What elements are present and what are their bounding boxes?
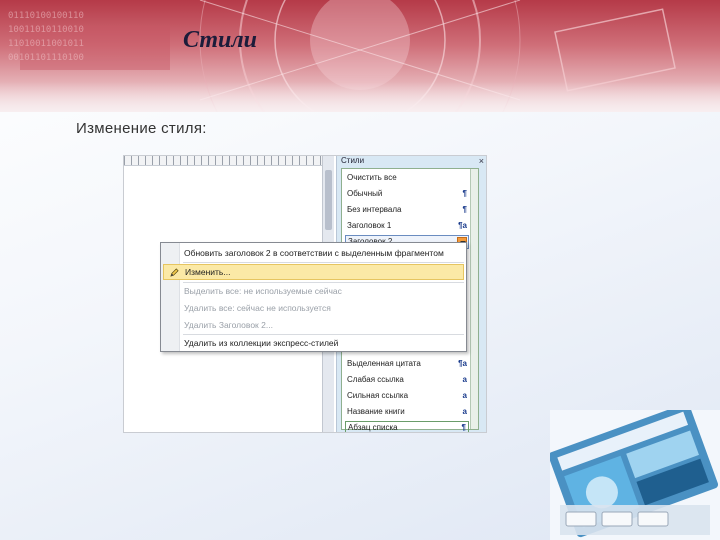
svg-text:11010011001011: 11010011001011 [8, 39, 84, 49]
header-banner: 01110100100110 10011010110010 1101001100… [0, 0, 720, 112]
style-item-label: Сильная ссылка [347, 391, 409, 400]
style-item-intense-reference[interactable]: Сильная ссылка a [345, 389, 469, 403]
scrollbar-thumb[interactable] [325, 170, 332, 230]
linked-style-icon: ¶a [458, 221, 467, 230]
horizontal-ruler [124, 156, 322, 166]
edit-icon [170, 268, 179, 277]
style-item-subtle-reference[interactable]: Слабая ссылка a [345, 373, 469, 387]
paragraph-mark-icon: ¶ [462, 205, 467, 214]
svg-text:00101101110100: 00101101110100 [8, 53, 84, 63]
linked-style-icon: ¶a [458, 359, 467, 368]
slide-subtitle: Изменение стиля: [76, 120, 207, 137]
svg-text:10011010110010: 10011010110010 [8, 25, 84, 35]
menu-item-select-all-unused: Выделить все: не используемые сейчас [163, 283, 464, 299]
style-item-label: Абзац списка [348, 423, 398, 432]
style-item-clear-all[interactable]: Очистить все [345, 171, 469, 185]
slide-title: Стили [183, 27, 258, 53]
style-item-label: Название книги [347, 407, 405, 416]
menu-item-label: Изменить... [185, 267, 231, 277]
menu-item-label: Удалить все: сейчас не используется [184, 303, 331, 313]
menu-item-label: Обновить заголовок 2 в соответствии с вы… [184, 248, 444, 258]
style-item-label: Заголовок 1 [347, 221, 392, 230]
menu-item-modify[interactable]: Изменить... [163, 264, 464, 280]
style-item-label: Очистить все [347, 173, 397, 182]
styles-pane-title: Стили [341, 156, 365, 165]
style-item-label: Обычный [347, 189, 383, 198]
style-item-label: Без интервала [347, 205, 402, 214]
svg-text:01110100100110: 01110100100110 [8, 11, 84, 21]
menu-separator [183, 262, 464, 263]
menu-item-label: Выделить все: не используемые сейчас [184, 286, 342, 296]
menu-item-delete-all-unused: Удалить все: сейчас не используется [163, 300, 464, 316]
menu-item-label: Удалить Заголовок 2... [184, 320, 273, 330]
menu-item-delete-heading: Удалить Заголовок 2... [163, 317, 464, 333]
internet-illustration [550, 410, 720, 540]
character-style-icon: a [462, 391, 467, 400]
menu-item-label: Удалить из коллекции экспресс-стилей [184, 338, 339, 348]
paragraph-mark-icon: ¶ [461, 423, 466, 432]
close-icon[interactable]: × [479, 156, 484, 166]
style-item-label: Выделенная цитата [347, 359, 421, 368]
style-context-menu: Обновить заголовок 2 в соответствии с вы… [160, 242, 467, 352]
style-item-book-title[interactable]: Название книги a [345, 405, 469, 419]
menu-item-remove-from-gallery[interactable]: Удалить из коллекции экспресс-стилей [163, 335, 464, 351]
banner-fade [0, 82, 720, 112]
paragraph-mark-icon: ¶ [462, 189, 467, 198]
style-item-no-spacing[interactable]: Без интервала ¶ [345, 203, 469, 217]
character-style-icon: a [462, 407, 467, 416]
menu-item-update-heading[interactable]: Обновить заголовок 2 в соответствии с вы… [163, 245, 464, 261]
style-item-heading-1[interactable]: Заголовок 1 ¶a [345, 219, 469, 233]
style-item-list-paragraph[interactable]: Абзац списка ¶ [345, 421, 469, 432]
style-item-normal[interactable]: Обычный ¶ [345, 187, 469, 201]
style-item-intense-quote[interactable]: Выделенная цитата ¶a [345, 357, 469, 371]
style-item-label: Слабая ссылка [347, 375, 404, 384]
character-style-icon: a [462, 375, 467, 384]
styles-list-scrollbar[interactable] [470, 169, 478, 429]
